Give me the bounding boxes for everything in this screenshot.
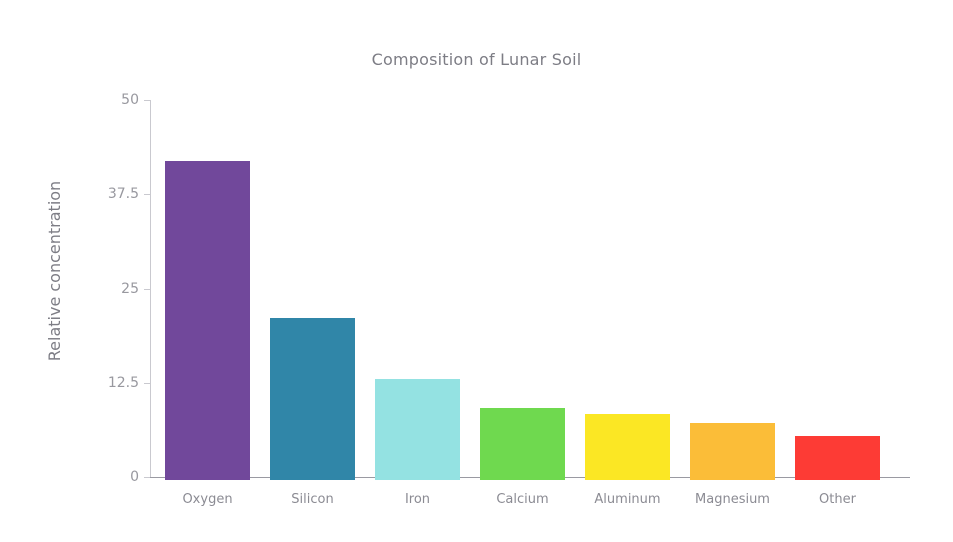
bar-chart: Composition of Lunar Soil Relative conce…: [0, 0, 953, 542]
x-tick-label: Oxygen: [182, 492, 233, 507]
y-tick-label: 0: [130, 469, 139, 485]
x-tick-label: Other: [819, 492, 856, 507]
x-tick-label: Magnesium: [695, 492, 770, 507]
chart-title: Composition of Lunar Soil: [371, 50, 582, 69]
x-tick-label: Silicon: [291, 492, 334, 507]
bar[interactable]: [795, 436, 880, 480]
y-tick-label: 37.5: [107, 186, 139, 203]
bar[interactable]: [375, 378, 460, 480]
y-axis-line: [150, 100, 151, 477]
y-tick-label: 25: [121, 280, 139, 297]
y-tick-label: 50: [121, 92, 139, 108]
x-tick-label: Aluminum: [594, 492, 661, 507]
y-axis-title: Relative concentration: [44, 180, 64, 362]
bar[interactable]: [270, 317, 355, 480]
y-tick-label: 12.5: [107, 374, 139, 391]
plot-area: 0 12.5 25 37.5 50 Oxygen Silicon Iron Calcium Al…: [108, 92, 910, 507]
y-tick-mark: [144, 382, 150, 384]
y-tick-mark: [144, 194, 150, 196]
y-tick-mark: [144, 477, 150, 478]
x-tick-label: Calcium: [496, 492, 549, 507]
bar[interactable]: [480, 407, 565, 480]
y-tick-mark: [144, 288, 150, 290]
x-tick-label: Iron: [404, 492, 431, 507]
bar[interactable]: [585, 414, 670, 480]
bar[interactable]: [690, 423, 775, 480]
y-tick-mark: [144, 100, 150, 101]
bar[interactable]: [165, 161, 250, 480]
